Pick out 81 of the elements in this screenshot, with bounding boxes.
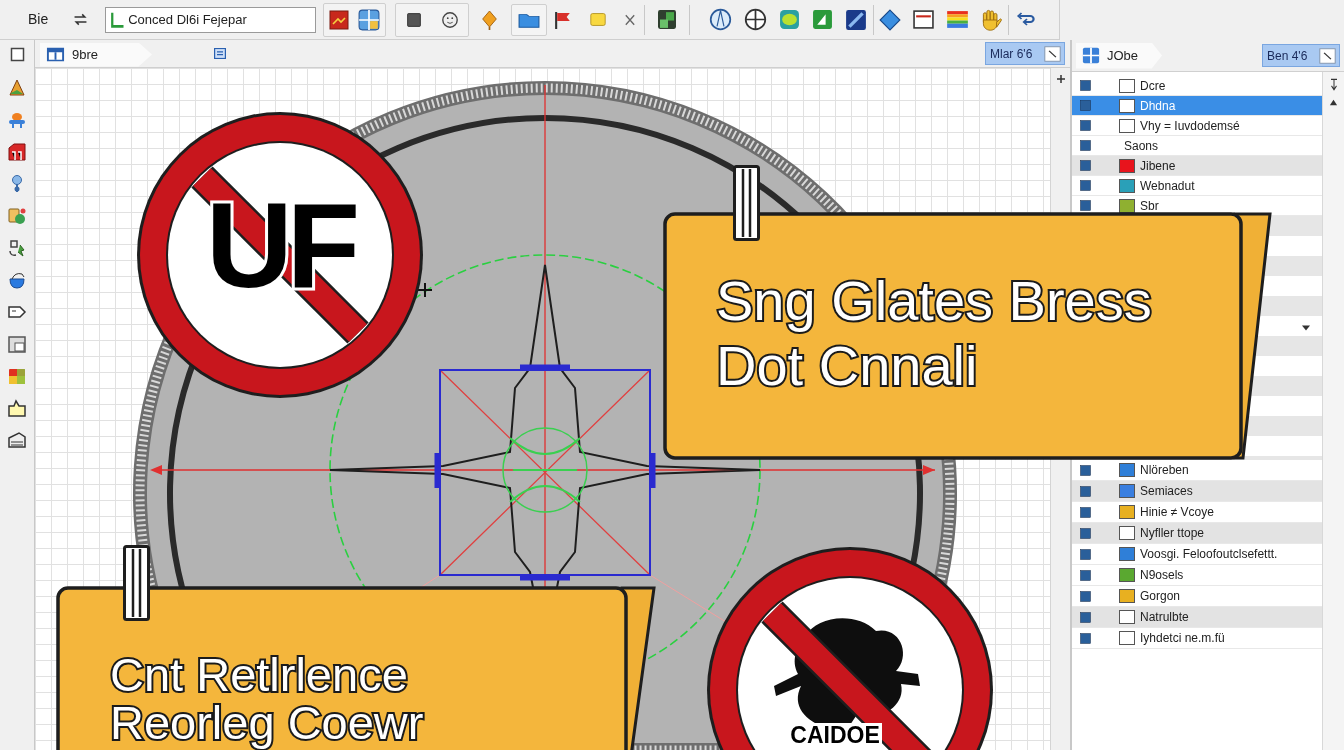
layer-icon bbox=[1080, 485, 1091, 497]
conveyor-icon[interactable] bbox=[7, 110, 27, 130]
triangle-tile-icon[interactable] bbox=[812, 9, 834, 30]
layer-row[interactable]: Nlöreben bbox=[1072, 460, 1322, 481]
palette-icon[interactable] bbox=[946, 9, 970, 30]
folder-button[interactable] bbox=[511, 3, 548, 36]
note-line: Cnt Retlrlence bbox=[110, 651, 409, 699]
layer-icon bbox=[1080, 548, 1091, 560]
building-icon[interactable] bbox=[7, 142, 27, 162]
path-field[interactable]: Conced Dl6i Fejepar bbox=[105, 6, 317, 33]
panel-button[interactable]: Ben 4'6 bbox=[1262, 44, 1340, 67]
shapes-icon[interactable] bbox=[7, 206, 27, 226]
frame-icon[interactable] bbox=[7, 334, 27, 354]
empty-box-icon bbox=[1119, 78, 1135, 93]
layer-icon bbox=[1080, 80, 1091, 91]
window-icon bbox=[46, 47, 65, 62]
layer-icon bbox=[1080, 506, 1091, 518]
grid-icon[interactable] bbox=[358, 8, 381, 31]
layer-icon bbox=[1080, 100, 1091, 111]
small-grid-icon[interactable] bbox=[214, 48, 226, 59]
pen-tile-icon[interactable] bbox=[845, 8, 868, 31]
empty-box-icon bbox=[1119, 526, 1135, 540]
layer-row[interactable]: Vhy = Iuvdodemsé bbox=[1072, 116, 1322, 136]
diamond-icon[interactable] bbox=[481, 9, 499, 30]
menu-label[interactable]: Bie bbox=[28, 9, 49, 30]
crosshair-icon[interactable] bbox=[744, 8, 768, 31]
stop-icon[interactable] bbox=[405, 11, 422, 28]
dropdown-caret-icon[interactable] bbox=[1301, 324, 1311, 332]
image-icon[interactable] bbox=[329, 9, 349, 30]
window-icon[interactable] bbox=[913, 9, 935, 30]
layer-row[interactable]: Hinie ≠ Vcoye bbox=[1072, 502, 1322, 523]
layer-icon bbox=[1080, 527, 1091, 539]
layer-icon bbox=[1080, 200, 1091, 211]
grid-window-icon bbox=[1082, 47, 1100, 64]
bucket-icon[interactable] bbox=[7, 270, 27, 290]
layer-row[interactable]: Dcre bbox=[1072, 76, 1322, 96]
layer-row[interactable]: Jibene bbox=[1072, 156, 1322, 176]
plus-icon[interactable] bbox=[1055, 74, 1066, 84]
empty-box-icon bbox=[1119, 631, 1135, 645]
square-icon[interactable] bbox=[9, 46, 25, 62]
note-line: Reorleg Coewr bbox=[110, 699, 424, 747]
scroll-up-icon[interactable] bbox=[1329, 99, 1338, 106]
empty-box-icon bbox=[1119, 118, 1135, 133]
diamond-icon[interactable] bbox=[879, 8, 902, 31]
layer-row[interactable]: Semiaces bbox=[1072, 481, 1322, 502]
layer-row[interactable]: Nyfller ttope bbox=[1072, 523, 1322, 544]
square-and-arrow-icon[interactable] bbox=[7, 238, 27, 258]
layer-icon bbox=[1080, 160, 1091, 171]
document-tab[interactable]: 9bre bbox=[40, 42, 152, 67]
compass-icon[interactable] bbox=[709, 8, 733, 31]
note-line: Sng Glates Bress bbox=[716, 268, 1152, 333]
tray-icon[interactable] bbox=[7, 430, 27, 450]
clip-icon bbox=[123, 545, 150, 621]
face-icon[interactable] bbox=[440, 10, 459, 29]
cone-icon[interactable] bbox=[7, 78, 27, 98]
arrow-down-to-bar-icon[interactable] bbox=[1328, 78, 1339, 91]
layer-icon bbox=[1080, 464, 1091, 476]
panel-tab[interactable]: JObe bbox=[1076, 42, 1162, 69]
empty-box-icon bbox=[1119, 610, 1135, 624]
layers-icon[interactable] bbox=[657, 9, 678, 30]
layer-row[interactable]: N9osels bbox=[1072, 565, 1322, 586]
canvas-button[interactable]: Mlar 6'6 bbox=[985, 42, 1065, 65]
note-line: Dot Cnnali bbox=[716, 333, 979, 398]
layer-icon bbox=[1080, 569, 1091, 581]
empty-box-icon bbox=[1119, 98, 1135, 113]
layer-row[interactable]: Gorgon bbox=[1072, 586, 1322, 607]
clip-icon bbox=[733, 165, 760, 241]
layer-row[interactable]: Voosgi. Feloofoutclsefettt. bbox=[1072, 544, 1322, 565]
layer-icon bbox=[1080, 590, 1091, 602]
layer-icon bbox=[1080, 140, 1091, 151]
axis-icon bbox=[110, 10, 126, 29]
layer-row[interactable]: Iyhdetci ne.m.fü bbox=[1072, 628, 1322, 649]
cross-marker-icon bbox=[417, 282, 433, 298]
layer-icon bbox=[1080, 611, 1091, 623]
layer-icon bbox=[1080, 120, 1091, 131]
layer-row[interactable]: Webnadut bbox=[1072, 176, 1322, 196]
tab-shape-icon[interactable] bbox=[7, 398, 27, 418]
gradient-tile-icon[interactable] bbox=[7, 366, 27, 386]
layer-icon bbox=[1080, 180, 1091, 191]
layer-row[interactable]: Natrulbte bbox=[1072, 607, 1322, 628]
layer-icon bbox=[1080, 632, 1091, 644]
